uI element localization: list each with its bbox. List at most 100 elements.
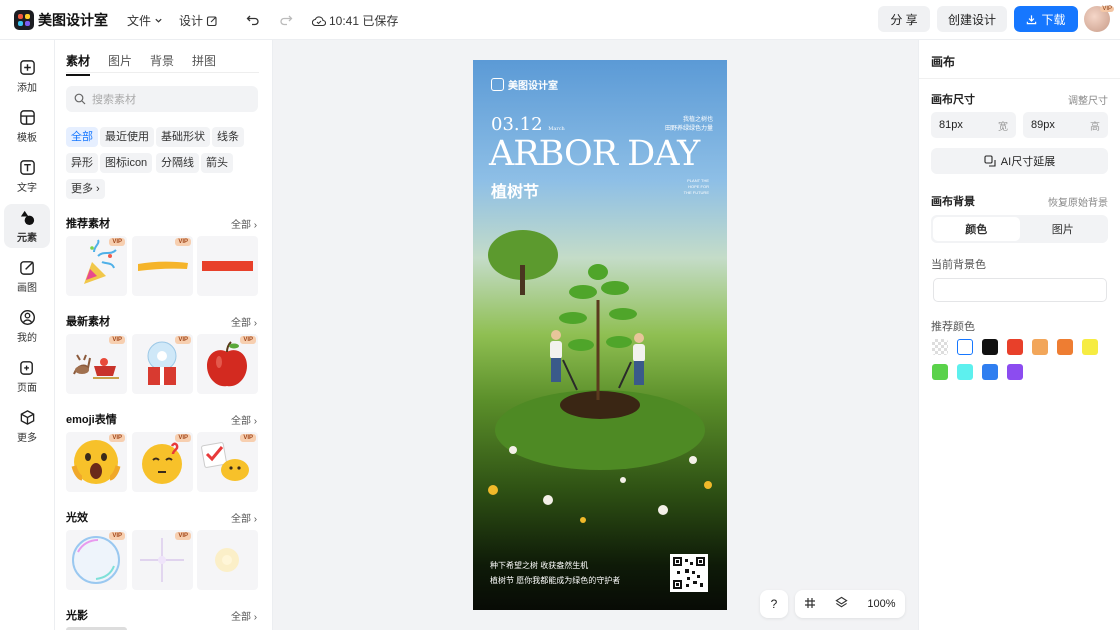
draw-icon <box>19 260 34 275</box>
poster-title: ARBOR DAY <box>489 134 700 174</box>
redo-button[interactable] <box>277 11 295 29</box>
swatch-color[interactable] <box>982 364 998 380</box>
nav-mine[interactable]: 我的 <box>4 305 50 347</box>
grid-toggle[interactable] <box>804 597 816 612</box>
asset-checkmark-emoji[interactable]: VIP <box>197 432 258 492</box>
nav-more[interactable]: 更多 <box>4 405 50 447</box>
chip-irregular[interactable]: 异形 <box>66 153 98 173</box>
nav-elements[interactable]: 元素 <box>4 204 50 248</box>
poster-brand: 美图设计室 <box>508 81 558 92</box>
nav-mine-label: 我的 <box>17 332 37 344</box>
asset-reindeer-sleigh[interactable]: VIP <box>66 334 127 394</box>
poster-bottom-text: 种下希望之树 收获盎然生机 植树节 愿你我都能成为绿色的守护者 <box>490 558 620 588</box>
poster-logo-icon <box>491 78 504 91</box>
chip-all[interactable]: 全部 <box>66 127 98 147</box>
chip-more[interactable]: 更多 › <box>66 179 105 199</box>
layers-icon <box>835 596 849 608</box>
page-add-icon <box>19 360 33 375</box>
chip-lines[interactable]: 线条 <box>212 127 244 147</box>
nav-draw-label: 画图 <box>17 282 37 294</box>
asset-glow-effect[interactable] <box>197 530 258 590</box>
search-placeholder: 搜索素材 <box>92 94 136 106</box>
poster-bottom-line2: 植树节 愿你我都能成为绿色的守护者 <box>490 576 621 585</box>
asset-shocked-emoji[interactable]: VIP <box>66 432 127 492</box>
file-menu[interactable]: 文件 <box>127 12 163 29</box>
app-logo[interactable]: 美图设计室 <box>14 10 108 30</box>
asset-bubble-effect[interactable]: VIP <box>66 530 127 590</box>
poster-date-suffix: March <box>548 126 565 132</box>
swatch-color[interactable] <box>1007 364 1023 380</box>
seg-image[interactable]: 图片 <box>1020 217 1107 241</box>
tab-divider <box>66 72 259 73</box>
swatch-color[interactable] <box>957 364 973 380</box>
asset-thinking-emoji[interactable]: VIP <box>132 432 193 492</box>
poster-right-text: 我植之树也 田野养绿绿色力量 <box>665 116 713 134</box>
swatch-color[interactable] <box>957 339 973 355</box>
nav-template[interactable]: 模板 <box>4 105 50 147</box>
avatar[interactable]: VIP <box>1084 6 1114 32</box>
layers-toggle[interactable] <box>835 596 849 612</box>
swatch-color[interactable] <box>1032 339 1048 355</box>
poster-right-line1: 我植之树也 <box>682 117 713 123</box>
section-emoji-title: emoji表情 <box>66 414 117 426</box>
chip-arrows[interactable]: 箭头 <box>201 153 233 173</box>
vip-badge: VIP <box>240 336 256 344</box>
chip-dividers[interactable]: 分隔线 <box>156 153 199 173</box>
design-menu[interactable]: 设计 <box>179 12 218 29</box>
swatch-color[interactable] <box>982 339 998 355</box>
section-light-shadow-all[interactable]: 全部 › <box>231 608 257 623</box>
asset-party-popper[interactable]: VIP <box>66 236 127 296</box>
swatch-color[interactable] <box>932 364 948 380</box>
all-link-label: 全部 <box>231 416 251 427</box>
section-recommended-all[interactable]: 全部 › <box>231 216 257 231</box>
undo-button[interactable] <box>244 11 262 29</box>
nav-draw[interactable]: 画图 <box>4 255 50 297</box>
nav-text[interactable]: 文字 <box>4 155 50 197</box>
asset-red-apple[interactable]: VIP <box>197 334 258 394</box>
chip-recent[interactable]: 最近使用 <box>100 127 154 147</box>
share-button[interactable]: 分 享 <box>878 6 930 32</box>
recommended-colors-label: 推荐颜色 <box>931 321 975 333</box>
zoom-level[interactable]: 100% <box>867 598 895 610</box>
nav-elements-label: 元素 <box>17 232 37 244</box>
asset-sparkle-effect[interactable]: VIP <box>132 530 193 590</box>
section-light-effects-all[interactable]: 全部 › <box>231 510 257 525</box>
poster-right-line2: 田野养绿绿色力量 <box>664 126 713 132</box>
restore-bg-link[interactable]: 恢复原始背景 <box>1048 194 1108 209</box>
asset-red-bar[interactable] <box>197 236 258 296</box>
ai-extend-button[interactable]: AI尺寸延展 <box>931 148 1108 174</box>
nav-template-label: 模板 <box>17 132 37 144</box>
left-nav: 添加 模板 文字 元素 画图 我的 页面 更多 <box>0 40 55 630</box>
poster-logo: 美图设计室 <box>491 77 558 92</box>
width-field[interactable]: 81px 宽 <box>931 112 1016 138</box>
nav-add[interactable]: 添加 <box>4 55 50 97</box>
current-bg-color-field[interactable] <box>933 278 1107 302</box>
vip-badge: VIP <box>175 434 191 442</box>
vip-badge: VIP <box>175 238 191 246</box>
swatch-color[interactable] <box>1082 339 1098 355</box>
asset-snow-globe-gift[interactable]: VIP <box>132 334 193 394</box>
section-emoji-all[interactable]: 全部 › <box>231 412 257 427</box>
section-latest-all[interactable]: 全部 › <box>231 314 257 329</box>
poster-canvas[interactable]: 美图设计室 03.12 March 我植之树也 田野养绿绿色力量 ARBOR D… <box>473 60 727 610</box>
swatch-color[interactable] <box>1007 339 1023 355</box>
asset-yellow-stroke[interactable]: VIP <box>132 236 193 296</box>
help-button[interactable]: ? <box>760 590 788 618</box>
nav-pages-label: 页面 <box>17 382 37 394</box>
search-input[interactable]: 搜索素材 <box>66 86 258 112</box>
swatch-transparent[interactable] <box>932 339 948 355</box>
chevron-down-icon <box>155 18 162 23</box>
chip-basic-shapes[interactable]: 基础形状 <box>156 127 210 147</box>
height-field[interactable]: 89px 高 <box>1023 112 1108 138</box>
plus-square-icon <box>19 59 35 75</box>
asset-panel: 素材 图片 背景 拼图 搜索素材 全部 最近使用 基础形状 线条 异形 图标ic… <box>55 40 273 630</box>
create-design-button[interactable]: 创建设计 <box>937 6 1007 32</box>
download-button[interactable]: 下载 <box>1014 6 1078 32</box>
chip-icons[interactable]: 图标icon <box>100 153 153 173</box>
resize-link[interactable]: 调整尺寸 <box>1068 92 1108 107</box>
seg-color[interactable]: 颜色 <box>933 217 1020 241</box>
qr-code-icon <box>673 557 705 589</box>
poster-small-text: PLANT THE HOPE FOR THE FUTURE <box>684 178 709 196</box>
swatch-color[interactable] <box>1057 339 1073 355</box>
nav-pages[interactable]: 页面 <box>4 355 50 397</box>
